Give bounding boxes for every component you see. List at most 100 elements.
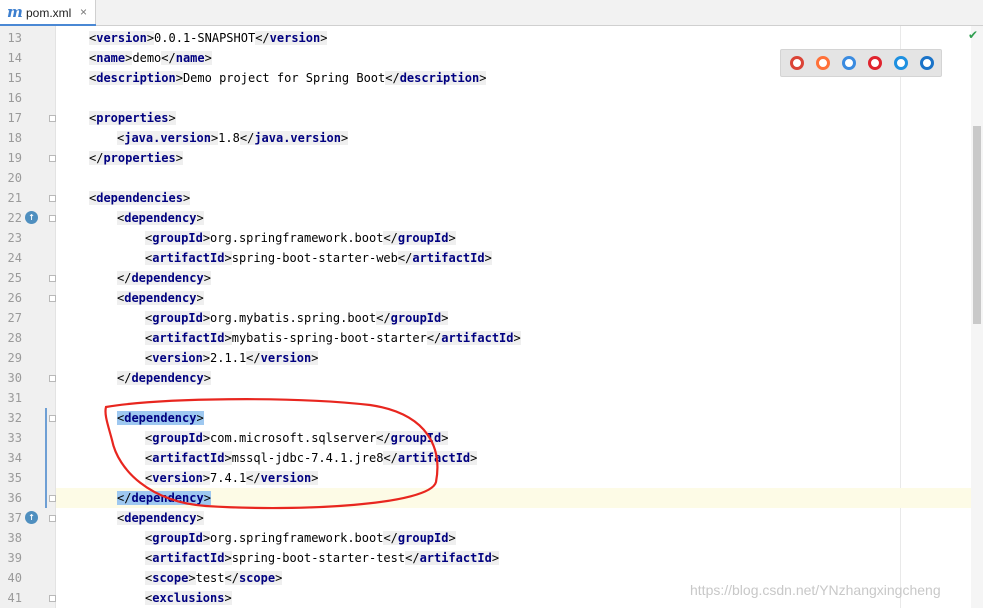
fold-marker-icon[interactable]: [49, 595, 56, 602]
code-line[interactable]: <artifactId>spring-boot-starter-web</art…: [145, 248, 492, 268]
fold-marker-icon[interactable]: [49, 155, 56, 162]
tag-value: org.springframework.boot: [210, 531, 384, 545]
close-tag: </groupId>: [383, 531, 456, 545]
vcs-change-marker[interactable]: [45, 448, 47, 468]
line-number: 30: [7, 371, 22, 385]
code-line[interactable]: <exclusions>: [145, 588, 232, 608]
ie-icon[interactable]: [894, 56, 908, 70]
open-tag: <artifactId>: [145, 251, 232, 265]
firefox-icon[interactable]: [816, 56, 830, 70]
open-tag: <artifactId>: [145, 451, 232, 465]
fold-marker-icon[interactable]: [49, 515, 56, 522]
line-number: 34: [7, 451, 22, 465]
code-line[interactable]: <artifactId>mssql-jdbc-7.4.1.jre8</artif…: [145, 448, 478, 468]
vcs-change-marker[interactable]: [45, 428, 47, 448]
dependency-gutter-icon[interactable]: ↑: [25, 511, 38, 524]
code-line[interactable]: <java.version>1.8</java.version>: [117, 128, 349, 148]
open-tag: <dependency>: [117, 511, 204, 525]
code-line[interactable]: <dependency>: [117, 408, 204, 428]
line-number: 37: [7, 511, 22, 525]
dependency-gutter-icon[interactable]: ↑: [25, 211, 38, 224]
watermark: https://blog.csdn.net/YNzhangxingcheng: [690, 582, 941, 598]
code-line[interactable]: </dependency>: [117, 368, 211, 388]
code-line[interactable]: <artifactId>spring-boot-starter-test</ar…: [145, 548, 500, 568]
open-tag: <groupId>: [145, 231, 211, 245]
close-tag: </artifactId>: [426, 331, 521, 345]
line-number: 31: [7, 391, 22, 405]
line-number: 20: [7, 171, 22, 185]
code-line[interactable]: <name>demo</name>: [89, 48, 212, 68]
code-line[interactable]: <properties>: [89, 108, 176, 128]
code-line[interactable]: <groupId>com.microsoft.sqlserver</groupI…: [145, 428, 449, 448]
scrollbar-thumb[interactable]: [973, 126, 981, 324]
code-line[interactable]: <dependencies>: [89, 188, 191, 208]
line-number: 33: [7, 431, 22, 445]
fold-marker-icon[interactable]: [49, 295, 56, 302]
open-tag: <exclusions>: [145, 591, 232, 605]
tag-value: org.springframework.boot: [210, 231, 384, 245]
fold-marker-icon[interactable]: [49, 195, 56, 202]
close-tag: </groupId>: [383, 231, 456, 245]
close-tag: </version>: [255, 31, 328, 45]
code-line[interactable]: <version>7.4.1</version>: [145, 468, 319, 488]
fold-marker-icon[interactable]: [49, 375, 56, 382]
vcs-change-marker[interactable]: [45, 468, 47, 488]
vcs-change-marker[interactable]: [45, 488, 47, 508]
line-number: 41: [7, 591, 22, 605]
tab-pom-xml[interactable]: m pom.xml ×: [0, 0, 96, 26]
line-number: 25: [7, 271, 22, 285]
code-line[interactable]: <groupId>org.springframework.boot</group…: [145, 228, 456, 248]
fold-marker-icon[interactable]: [49, 115, 56, 122]
fold-marker-icon[interactable]: [49, 215, 56, 222]
fold-marker-icon[interactable]: [49, 275, 56, 282]
inspection-ok-icon[interactable]: ✔: [968, 28, 978, 42]
safari-icon[interactable]: [842, 56, 856, 70]
close-tag: </groupId>: [376, 311, 449, 325]
tag-value: 2.1.1: [210, 351, 247, 365]
open-tag: <version>: [89, 31, 155, 45]
tag-value: spring-boot-starter-test: [231, 551, 406, 565]
line-number: 29: [7, 351, 22, 365]
close-tag: </name>: [161, 51, 212, 65]
code-line[interactable]: <description>Demo project for Spring Boo…: [89, 68, 487, 88]
code-line[interactable]: </dependency>: [117, 488, 211, 508]
tag-value: mybatis-spring-boot-starter: [231, 331, 427, 345]
code-line[interactable]: <dependency>: [117, 508, 204, 528]
tag-value: com.microsoft.sqlserver: [210, 431, 377, 445]
code-line[interactable]: <dependency>: [117, 288, 204, 308]
code-line[interactable]: <version>0.0.1-SNAPSHOT</version>: [89, 28, 328, 48]
line-number: 14: [7, 51, 22, 65]
edge-icon[interactable]: [920, 56, 934, 70]
code-line[interactable]: </dependency>: [117, 268, 211, 288]
vcs-change-marker[interactable]: [45, 408, 47, 428]
line-number: 18: [7, 131, 22, 145]
open-tag: <dependencies>: [89, 191, 191, 205]
open-tag: <dependency>: [117, 211, 204, 225]
editor-tab-bar: m pom.xml ×: [0, 0, 983, 26]
tag-value: 7.4.1: [210, 471, 247, 485]
close-icon[interactable]: ×: [80, 5, 87, 19]
code-line[interactable]: </properties>: [89, 148, 183, 168]
code-line[interactable]: <artifactId>mybatis-spring-boot-starter<…: [145, 328, 521, 348]
fold-marker-icon[interactable]: [49, 495, 56, 502]
tag-value: test: [195, 571, 225, 585]
close-tag: </scope>: [224, 571, 283, 585]
tag-value: spring-boot-starter-web: [231, 251, 398, 265]
line-number: 15: [7, 71, 22, 85]
opera-icon[interactable]: [868, 56, 882, 70]
line-number: 40: [7, 571, 22, 585]
close-tag: </java.version>: [239, 131, 349, 145]
code-line[interactable]: <groupId>org.mybatis.spring.boot</groupI…: [145, 308, 449, 328]
close-tag: </version>: [246, 351, 319, 365]
code-line[interactable]: <version>2.1.1</version>: [145, 348, 319, 368]
line-number: 26: [7, 291, 22, 305]
fold-marker-icon[interactable]: [49, 415, 56, 422]
chrome-icon[interactable]: [790, 56, 804, 70]
code-line[interactable]: <dependency>: [117, 208, 204, 228]
code-line[interactable]: <scope>test</scope>: [145, 568, 283, 588]
line-number: 19: [7, 151, 22, 165]
close-tag: </description>: [385, 71, 487, 85]
line-number: 28: [7, 331, 22, 345]
close-tag: </artifactId>: [397, 251, 492, 265]
code-line[interactable]: <groupId>org.springframework.boot</group…: [145, 528, 456, 548]
